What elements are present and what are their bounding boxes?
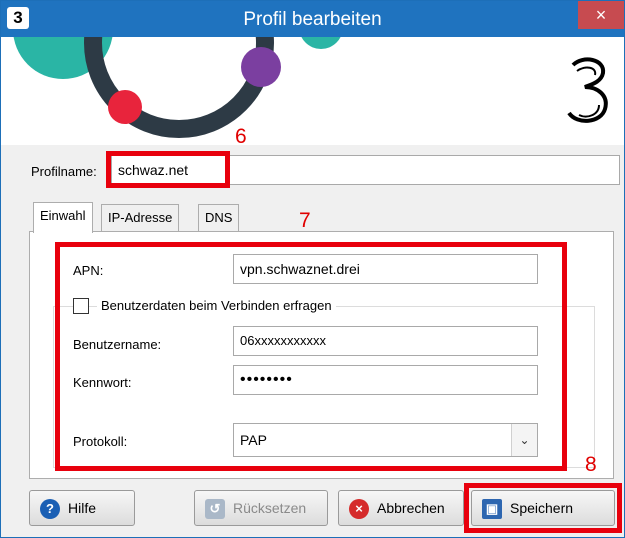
close-button[interactable]: × bbox=[578, 1, 624, 29]
window-title: Profil bearbeiten bbox=[243, 9, 382, 30]
tab-dns[interactable]: DNS bbox=[198, 204, 240, 232]
callout-box-save bbox=[464, 483, 622, 533]
reset-button-label: Rücksetzen bbox=[233, 500, 307, 516]
cancel-icon: × bbox=[349, 499, 369, 519]
help-icon: ? bbox=[40, 499, 60, 519]
tab-einwahl[interactable]: Einwahl bbox=[33, 202, 93, 233]
tab-ip-adresse[interactable]: IP-Adresse bbox=[101, 204, 180, 232]
reset-icon: ↺ bbox=[205, 499, 225, 519]
cancel-button-label: Abbrechen bbox=[377, 500, 445, 516]
brand-banner bbox=[1, 37, 624, 145]
purple-dot bbox=[241, 47, 281, 87]
banner-graphic bbox=[13, 37, 341, 138]
annotation-6: 6 bbox=[235, 125, 247, 148]
reset-button[interactable]: ↺ Rücksetzen bbox=[194, 490, 328, 526]
help-button-label: Hilfe bbox=[68, 500, 97, 516]
callout-box-profile-name bbox=[106, 151, 230, 188]
annotation-7: 7 bbox=[299, 209, 311, 232]
red-dot bbox=[108, 90, 142, 124]
cancel-button[interactable]: × Abbrechen bbox=[338, 490, 464, 526]
three-brand-logo-icon bbox=[567, 57, 608, 123]
help-button[interactable]: ? Hilfe bbox=[29, 490, 135, 526]
profile-edit-dialog: 3 Profil bearbeiten × 6 Profilname: schw… bbox=[0, 0, 625, 538]
teal-dot bbox=[301, 37, 341, 49]
annotation-8: 8 bbox=[585, 453, 597, 476]
title-bar: 3 Profil bearbeiten × bbox=[1, 1, 624, 37]
callout-box-connection-settings bbox=[55, 242, 567, 471]
profile-name-label: Profilname: bbox=[31, 164, 97, 179]
